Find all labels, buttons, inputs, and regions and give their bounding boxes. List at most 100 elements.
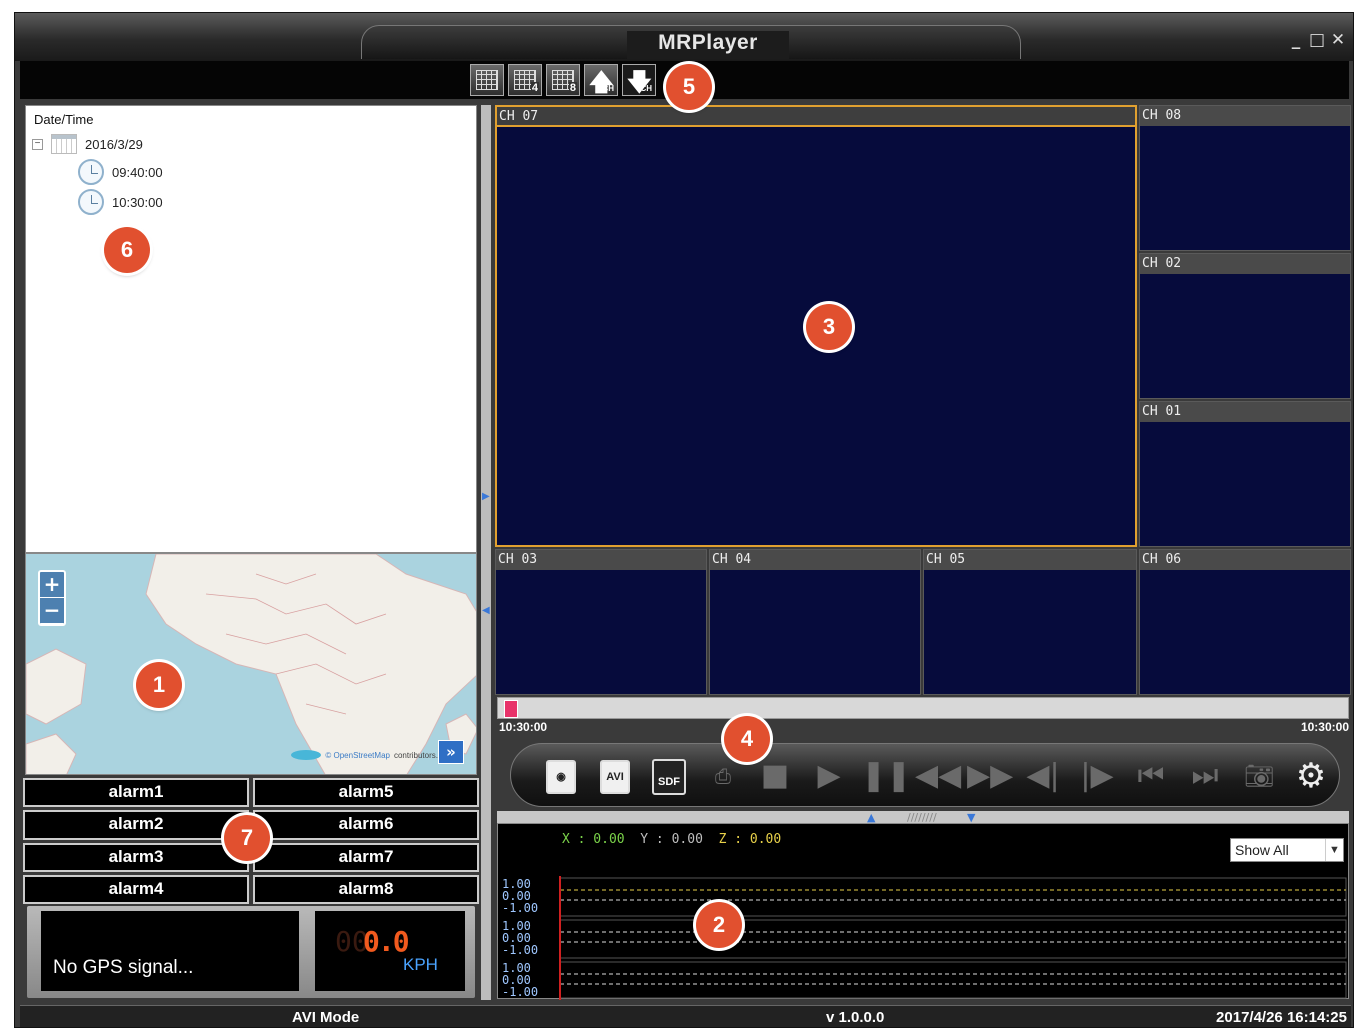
camera-tile-ch02[interactable]: CH 02 — [1139, 253, 1351, 399]
camera-tile-ch08[interactable]: CH 08 — [1139, 105, 1351, 251]
callout-badge-7: 7 — [224, 815, 270, 861]
pause-button[interactable]: ❚❚ — [861, 756, 911, 796]
gps-status-text: No GPS signal... — [53, 957, 194, 978]
speed-value: 0.0 — [363, 925, 410, 958]
camera-tile-ch03[interactable]: CH 03 — [495, 549, 707, 695]
map-land — [26, 554, 476, 774]
sdf-card-icon: SDF — [652, 758, 686, 795]
camera-screen — [1140, 126, 1350, 250]
calendar-icon — [51, 134, 77, 154]
y-value: Y : 0.00 — [640, 832, 703, 847]
channel-down-button[interactable]: 🡇 CH — [622, 64, 656, 96]
channel-down-sub: CH — [640, 84, 652, 93]
clock-icon — [78, 159, 104, 185]
skip-end-button[interactable]: ⏭ — [1185, 756, 1225, 796]
step-back-icon: ◀| — [1026, 758, 1060, 793]
open-disk-button[interactable]: ◉ — [541, 756, 581, 796]
map-view[interactable]: + − © OpenStreetMap contributors. » — [25, 553, 477, 775]
disk-icon: ◉ — [546, 759, 576, 794]
skip-start-icon: ⏮ — [1137, 758, 1165, 793]
camera-label: CH 01 — [1140, 402, 1350, 422]
timeline-end-time: 10:30:00 — [1300, 720, 1349, 734]
play-button[interactable]: ▶ — [809, 756, 849, 796]
attribution-text: contributors. — [393, 750, 438, 760]
camera-tile-ch06[interactable]: CH 06 — [1139, 549, 1351, 695]
axis-label: -1.00 — [502, 943, 539, 957]
step-forward-button[interactable]: |▶ — [1077, 756, 1117, 796]
gps-status-box: No GPS signal... — [41, 911, 299, 991]
status-mode: AVI Mode — [292, 1009, 360, 1026]
camera-label: CH 04 — [710, 550, 920, 570]
layout-4-button[interactable]: 4 — [508, 64, 542, 96]
chevron-down-icon[interactable]: ▼ — [1325, 839, 1343, 861]
gear-icon: ⚙ — [1295, 756, 1327, 796]
camera-tile-ch01[interactable]: CH 01 — [1139, 401, 1351, 547]
callout-badge-1: 1 — [136, 662, 182, 708]
axis-label: -1.00 — [502, 985, 539, 999]
camera-label: CH 02 — [1140, 254, 1350, 274]
map-expand-button[interactable]: » — [438, 740, 464, 764]
stop-button[interactable]: ■ — [755, 756, 795, 796]
x-value: X : 0.00 — [562, 832, 625, 847]
open-sdf-button[interactable]: SDF — [649, 756, 689, 796]
snapshot-button[interactable]: 📷︎ — [1239, 756, 1279, 796]
camera-screen — [496, 570, 706, 694]
attribution-link[interactable]: © OpenStreetMap — [325, 751, 390, 760]
sensor-divider[interactable]: ▲ //////// ▼ — [497, 811, 1349, 824]
tree-time-label: 10:30:00 — [112, 194, 163, 210]
collapse-icon[interactable]: − — [32, 138, 43, 150]
zoom-in-button[interactable]: + — [40, 572, 64, 598]
camera-label: CH 03 — [496, 550, 706, 570]
export-avi-button[interactable]: ⎙ — [703, 756, 743, 796]
open-avi-button[interactable]: AVI — [595, 756, 635, 796]
play-icon: ▶ — [817, 758, 841, 793]
timeline-thumb[interactable] — [504, 700, 518, 718]
panel-splitter[interactable]: ▶ ◀ — [481, 105, 491, 1000]
alarm-indicator: alarm1 — [23, 778, 249, 808]
camera-tile-ch05[interactable]: CH 05 — [923, 549, 1137, 695]
tree-header: Date/Time — [34, 112, 94, 127]
clock-icon — [78, 189, 104, 215]
osm-logo-icon — [291, 750, 322, 760]
app-window: MRPlayer _ □ ✕ 4 8 🡅 CH 🡇 CH Date/Time −… — [14, 12, 1354, 1028]
layout-8-button[interactable]: 8 — [546, 64, 580, 96]
maximize-button[interactable]: □ — [1308, 31, 1326, 49]
tree-date-node[interactable]: − 2016/3/29 — [32, 134, 143, 154]
toolbar-buttons: 4 8 🡅 CH 🡇 CH — [470, 64, 656, 96]
sensor-graph-lines — [559, 876, 1347, 1000]
channel-up-button[interactable]: 🡅 CH — [584, 64, 618, 96]
z-value: Z : 0.00 — [718, 832, 782, 847]
tree-time-node[interactable]: 09:40:00 — [78, 159, 163, 185]
alarm-indicator: alarm6 — [253, 810, 479, 840]
expand-right-icon[interactable]: ▶ — [482, 491, 490, 502]
skip-start-button[interactable]: ⏮ — [1131, 756, 1171, 796]
camera-label: CH 08 — [1140, 106, 1350, 126]
playback-timeline[interactable] — [497, 697, 1349, 719]
collapse-left-icon[interactable]: ◀ — [482, 605, 490, 616]
gps-panel: No GPS signal... 00 0.0 KPH — [27, 906, 475, 998]
close-button[interactable]: ✕ — [1329, 31, 1347, 49]
step-back-button[interactable]: ◀| — [1023, 756, 1063, 796]
zoom-out-button[interactable]: − — [40, 598, 64, 624]
layout-8-num: 8 — [568, 82, 577, 94]
timeline-start-time: 10:30:00 — [499, 720, 548, 734]
camera-screen — [924, 570, 1136, 694]
fast-forward-button[interactable]: ▶▶ — [967, 756, 1013, 796]
step-forward-icon: |▶ — [1080, 758, 1114, 793]
sensor-graph: 1.00 0.00 -1.00 1.00 0.00 -1.00 1.00 0.0… — [498, 876, 1348, 1000]
tree-time-node[interactable]: 10:30:00 — [78, 189, 163, 215]
camera-screen — [710, 570, 920, 694]
layout-1-button[interactable] — [470, 64, 504, 96]
rewind-button[interactable]: ◀◀ — [915, 756, 961, 796]
pause-icon: ❚❚ — [861, 758, 912, 793]
minimize-button[interactable]: _ — [1287, 31, 1305, 49]
tree-time-label: 09:40:00 — [112, 164, 163, 180]
sensor-filter-select[interactable]: Show All ▼ — [1230, 838, 1344, 862]
camera-screen — [1140, 274, 1350, 398]
window-title: MRPlayer — [627, 31, 789, 59]
alarm-indicator: alarm2 — [23, 810, 249, 840]
camera-tile-ch04[interactable]: CH 04 — [709, 549, 921, 695]
settings-button[interactable]: ⚙ — [1291, 756, 1331, 796]
fast-forward-icon: ▶▶ — [967, 758, 1014, 793]
alarm-indicator: alarm5 — [253, 778, 479, 808]
